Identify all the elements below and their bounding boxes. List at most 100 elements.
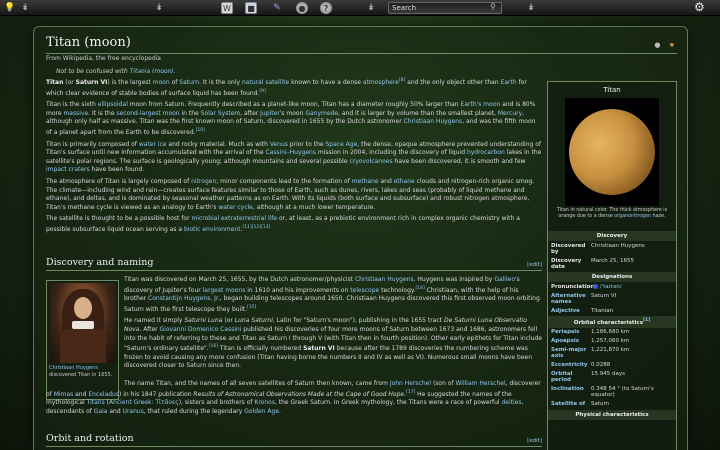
book-icon[interactable]: ■	[245, 2, 257, 14]
inline-link[interactable]: Mimas	[54, 391, 74, 398]
help-icon[interactable]: ?	[320, 2, 332, 14]
gear-icon[interactable]: ⚙	[694, 0, 705, 14]
inline-link[interactable]: Titans	[87, 399, 105, 406]
infobox-row: Pronunciation /ˈtaɪtən/	[548, 282, 676, 291]
thumbnail-caption-link[interactable]: Christiaan Huygens	[49, 365, 98, 371]
infobox-key[interactable]: Inclination	[551, 386, 591, 398]
inline-link[interactable]: Earth	[501, 79, 517, 86]
inline-link[interactable]: Giovanni Domenico Cassini	[160, 326, 242, 333]
titan-image[interactable]	[565, 98, 659, 206]
inline-link[interactable]: Galileo	[494, 276, 515, 283]
lightbulb-icon[interactable]: 💡	[3, 1, 17, 15]
inline-link[interactable]: methane	[352, 178, 379, 185]
reference-link[interactable]: [1]	[643, 318, 650, 323]
pen-icon[interactable]: ✎	[270, 1, 284, 15]
infobox-key[interactable]: Satellite of	[551, 401, 591, 407]
inline-link[interactable]: Ancient Greek: Τῑτᾶνες	[109, 399, 179, 406]
inline-link[interactable]: Uranus	[123, 408, 144, 415]
infobox-key[interactable]: Orbital period	[551, 371, 591, 383]
inline-link[interactable]: Jupiter	[260, 110, 280, 117]
reference-link[interactable]: [15]	[247, 305, 256, 310]
edit-link[interactable]: [edit]	[527, 262, 542, 268]
infobox-row: Adjective Titanian	[548, 306, 676, 315]
inline-link[interactable]: Ganymede	[305, 110, 338, 117]
inline-link[interactable]: impact craters	[46, 166, 90, 173]
inline-link[interactable]: Mercury	[498, 110, 522, 117]
reference-link[interactable]: [17]	[406, 390, 415, 395]
inline-link[interactable]: cryovolcanoes	[349, 158, 392, 165]
wikipedia-icon[interactable]: W	[221, 2, 233, 14]
inline-link[interactable]: Venus	[270, 141, 288, 148]
infobox-key[interactable]: Adjective	[551, 308, 591, 314]
inline-link[interactable]: ethane	[394, 178, 415, 185]
intro-paragraph: Titan is primarily composed of water ice…	[46, 140, 542, 174]
infobox-value: Saturn	[591, 401, 610, 408]
star-icon[interactable]: ★	[669, 41, 675, 49]
inline-link[interactable]: water ice	[139, 141, 167, 148]
double-arrow-icon[interactable]: ↡	[18, 1, 32, 15]
inline-link[interactable]: Christiaan Huygens	[355, 276, 414, 283]
inline-link[interactable]: atmosphere	[363, 79, 399, 86]
inline-link[interactable]: second-largest moon	[116, 110, 179, 117]
reference-link[interactable]: [9]	[259, 89, 265, 94]
inline-link[interactable]: Earth's moon	[461, 101, 501, 108]
globe-icon[interactable]: ●	[296, 2, 308, 14]
infobox-key[interactable]: Periapsis	[551, 329, 591, 335]
hatnote-link[interactable]: Titania (moon)	[130, 68, 174, 75]
infobox-caption: Titan in natural color. The thick atmosp…	[554, 208, 670, 230]
infobox-key[interactable]: Alternative names	[551, 293, 591, 305]
inline-link[interactable]: Constantijn Huygens, Jr.	[148, 295, 220, 302]
infobox-key[interactable]: Semi-major axis	[551, 347, 591, 359]
caption-link[interactable]: organonitrogen	[614, 214, 651, 219]
double-arrow-icon[interactable]: ↡	[524, 1, 538, 15]
infobox-key[interactable]: Apoapsis	[551, 338, 591, 344]
speaker-icon[interactable]: ●	[654, 41, 660, 49]
inline-link[interactable]: largest moons	[203, 287, 246, 294]
inline-link[interactable]: telescope	[350, 287, 379, 294]
edit-link[interactable]: [edit]	[527, 438, 542, 444]
inline-link[interactable]: Saturn	[179, 79, 199, 86]
inline-link[interactable]: Enceladus	[88, 391, 119, 398]
infobox-value: 1,221,870 km	[591, 347, 630, 354]
huygens-portrait[interactable]	[49, 283, 116, 363]
inline-link[interactable]: water cycle	[218, 204, 253, 211]
double-arrow-icon[interactable]: ↡	[152, 1, 166, 15]
reference-link[interactable]: [10]	[196, 128, 205, 133]
infobox-value: 0.348 54 ° (to Saturn's equator)	[591, 386, 654, 399]
inline-link[interactable]: Solar System	[201, 110, 241, 117]
infobox-section-orbital: Orbital characteristics[1]	[548, 316, 676, 328]
reference-link[interactable]: [14]	[415, 286, 424, 291]
reference-link[interactable]: [16]	[209, 344, 218, 349]
reference-link[interactable]: [11][12][13]	[243, 225, 271, 230]
italic-text: Luna Saturni	[234, 317, 273, 325]
infobox-key[interactable]: Eccentricity	[551, 362, 591, 368]
inline-link[interactable]: William Herschel	[455, 380, 505, 387]
double-arrow-icon[interactable]: ↡	[364, 1, 378, 15]
search-input[interactable]: Search	[388, 2, 502, 14]
inline-link[interactable]: ellipsoidal	[98, 101, 128, 108]
inline-link[interactable]: microbial extraterrestrial life	[191, 215, 277, 222]
inline-link[interactable]: hydrocarbon	[467, 149, 505, 156]
inline-link[interactable]: biotic environment	[184, 226, 241, 233]
inline-link[interactable]: nitrogen	[191, 178, 216, 185]
inline-link[interactable]: deities	[502, 399, 522, 406]
reference-link[interactable]: [8]	[399, 78, 405, 83]
inline-link[interactable]: Christiaan Huygens	[404, 118, 463, 125]
inline-link[interactable]: John Herschel	[390, 380, 431, 387]
infobox-value: 1,257,060 km	[591, 338, 630, 345]
pronunciation-link[interactable]: /ˈtaɪtən/	[600, 284, 622, 290]
inline-link[interactable]: massive	[63, 110, 88, 117]
thumbnail-caption: Christiaan Huygens discovered Titan in 1…	[49, 365, 116, 378]
search-icon[interactable]: ⚲	[490, 2, 496, 11]
hatnote: Not to be confused with Titania (moon).	[56, 68, 176, 75]
inline-link[interactable]: Space Age	[325, 141, 357, 148]
inline-link[interactable]: Kronos	[254, 399, 275, 406]
bold-text: Saturn VI	[75, 79, 108, 86]
inline-link[interactable]: moon	[153, 79, 170, 86]
inline-link[interactable]: Cassini–Huygens	[265, 149, 316, 156]
speaker-icon[interactable]	[593, 283, 598, 289]
inline-link[interactable]: natural satellite	[242, 79, 289, 86]
inline-link[interactable]: Golden Age	[244, 408, 279, 415]
infobox-row: Discovery date March 25, 1655	[548, 256, 676, 271]
inline-link[interactable]: Gaia	[94, 408, 108, 415]
